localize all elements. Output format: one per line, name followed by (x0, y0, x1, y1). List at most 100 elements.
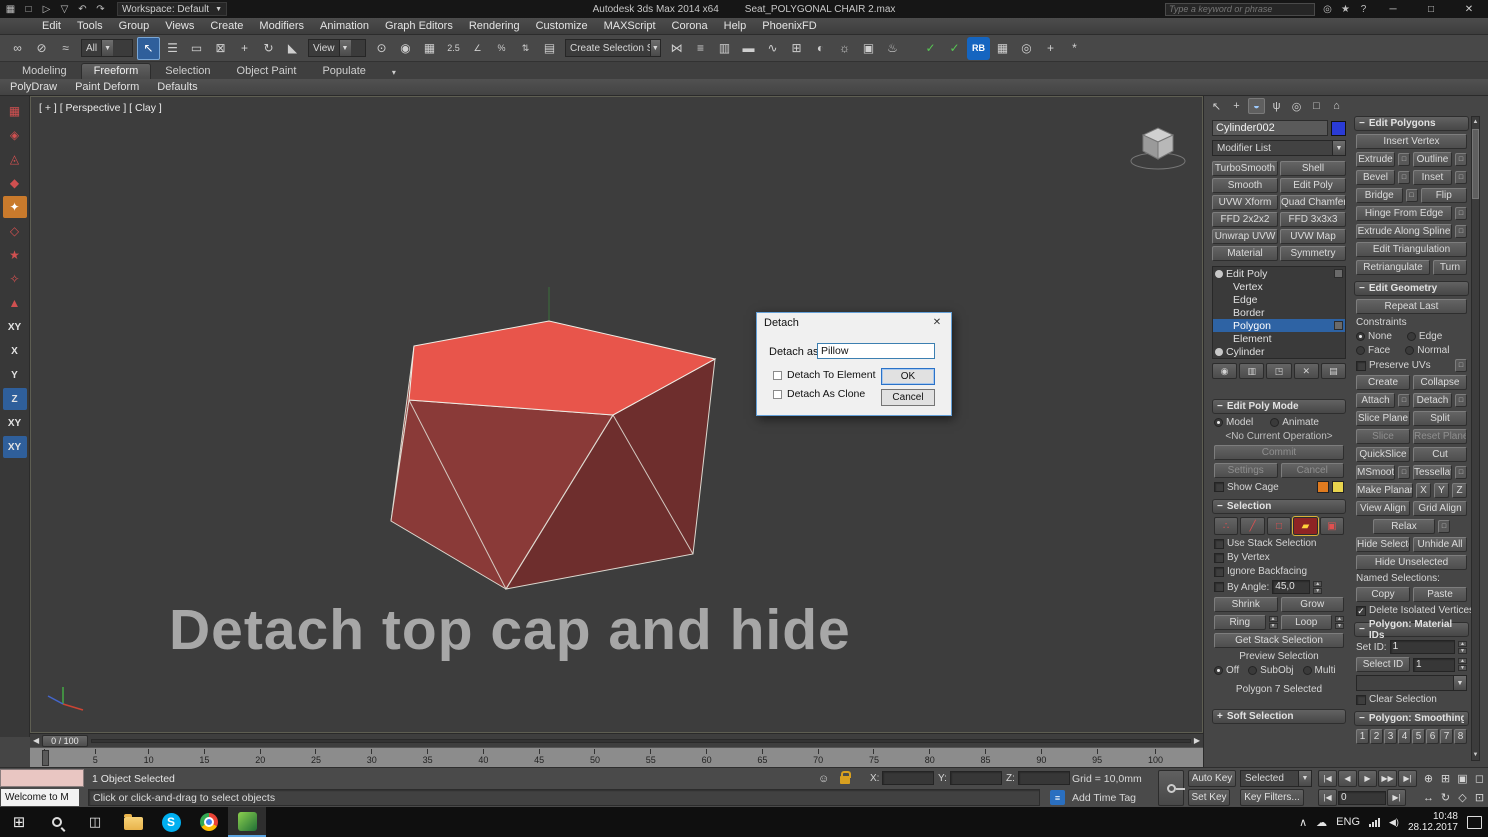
3ds-max-taskbar-icon[interactable] (228, 807, 266, 837)
collapse-button[interactable]: Collapse (1413, 375, 1467, 390)
tab-freeform[interactable]: Freeform (81, 63, 152, 79)
material-editor-icon[interactable]: ◐ (809, 37, 832, 60)
tab-object-paint[interactable]: Object Paint (225, 64, 309, 79)
extrude-spline-settings-icon[interactable]: □ (1455, 225, 1467, 238)
undo-icon[interactable]: ↶ (74, 2, 91, 17)
select-and-move-icon[interactable]: + (233, 37, 256, 60)
expand-icon[interactable] (1334, 269, 1343, 278)
modifier-button[interactable]: Smooth (1212, 178, 1278, 193)
menu-item[interactable]: PhoenixFD (754, 20, 824, 32)
edge-subobject-icon[interactable]: ╱ (1240, 517, 1264, 535)
inset-button[interactable]: Inset (1413, 170, 1452, 185)
percent-snap-icon[interactable]: % (490, 37, 513, 60)
tab-populate[interactable]: Populate (310, 64, 377, 79)
ignore-backfacing-checkbox[interactable] (1214, 567, 1224, 577)
spark-icon[interactable]: ✦ (3, 196, 27, 218)
crystal-icon[interactable]: ◇ (3, 220, 27, 242)
close-icon[interactable]: ✕ (923, 313, 951, 332)
preview-multi-radio[interactable] (1303, 666, 1312, 675)
repeat-last-button[interactable]: Repeat Last (1356, 299, 1467, 314)
menu-item[interactable]: Modifiers (251, 20, 312, 32)
selection-filter-dropdown[interactable]: All ▼ (81, 39, 133, 57)
constraint-xy2-icon[interactable]: XY (3, 412, 27, 434)
z-coordinate-field[interactable] (1018, 771, 1070, 785)
maximize-viewport-icon[interactable]: ⊡ (1471, 788, 1488, 807)
next-frame-icon[interactable]: ▶▶ (1378, 770, 1397, 787)
tessellate-button[interactable]: Tessellate (1413, 465, 1452, 480)
zoom-icon[interactable]: ⊕ (1420, 769, 1437, 788)
add-time-tag[interactable]: Add Time Tag (1072, 792, 1136, 804)
menu-item[interactable]: Views (157, 20, 202, 32)
extrude-along-spline-button[interactable]: Extrude Along Spline (1356, 224, 1452, 239)
show-cage-checkbox[interactable] (1214, 482, 1224, 492)
bind-to-space-warp-icon[interactable]: ≈ (54, 37, 77, 60)
modifier-button[interactable]: Quad Chamfer (1280, 195, 1346, 210)
hinge-settings-icon[interactable]: □ (1455, 207, 1467, 220)
modifier-stack[interactable]: Edit Poly Vertex Edge Border Polygon Ele… (1212, 266, 1346, 359)
use-stack-selection-checkbox[interactable] (1214, 539, 1224, 549)
zoom-extents-icon[interactable]: ▣ (1454, 769, 1471, 788)
remove-modifier-icon[interactable]: ✕ (1294, 363, 1319, 379)
field-of-view-icon[interactable]: ◇ (1454, 788, 1471, 807)
hinge-from-edge-button[interactable]: Hinge From Edge (1356, 206, 1452, 221)
rollout-material-ids[interactable]: −Polygon: Material IDs (1354, 622, 1469, 637)
view-align-button[interactable]: View Align (1356, 501, 1410, 516)
rectangular-selection-icon[interactable]: ▭ (185, 37, 208, 60)
loop-spinner[interactable]: ▲▼ (1335, 616, 1344, 629)
new-scene-icon[interactable]: □ (20, 2, 37, 17)
select-and-link-icon[interactable]: ∞ (6, 37, 29, 60)
skype-icon[interactable]: S (152, 807, 190, 837)
preview-off-radio[interactable] (1214, 666, 1223, 675)
stack-item-edge[interactable]: Edge (1213, 293, 1345, 306)
flip-button[interactable]: Flip (1421, 188, 1468, 203)
smoothing-group-button[interactable]: 4 (1398, 729, 1411, 744)
rollout-soft-selection[interactable]: +Soft Selection (1212, 709, 1346, 724)
edit-triangulation-button[interactable]: Edit Triangulation (1356, 242, 1467, 257)
start-button[interactable]: ⊞ (0, 807, 38, 837)
scroll-up-icon[interactable]: ▲ (1472, 117, 1479, 127)
schematic-view-icon[interactable]: ⊞ (785, 37, 808, 60)
msmooth-button[interactable]: MSmooth (1356, 465, 1395, 480)
extrude-button[interactable]: Extrude (1356, 152, 1395, 167)
vertex-subobject-icon[interactable]: ∴ (1214, 517, 1238, 535)
pin-stack-icon[interactable]: ◉ (1212, 363, 1237, 379)
go-to-start-icon[interactable]: |◀ (1318, 770, 1337, 787)
cage-color-swatch[interactable] (1317, 481, 1329, 493)
unlink-selection-icon[interactable]: ⊘ (30, 37, 53, 60)
menu-item[interactable]: Customize (528, 20, 596, 32)
ribbon-toggle-icon[interactable]: ▬ (737, 37, 760, 60)
constraint-normal-radio[interactable] (1405, 346, 1414, 355)
add-toolbar-icon[interactable]: + (1039, 37, 1062, 60)
show-end-result-icon[interactable]: ▥ (1239, 363, 1264, 379)
ring-button[interactable]: Ring (1214, 615, 1266, 630)
grow-button[interactable]: Grow (1281, 597, 1345, 612)
modifier-button[interactable]: FFD 3x3x3 (1280, 212, 1346, 227)
bridge-button[interactable]: Bridge (1356, 188, 1403, 203)
split-button[interactable]: Split (1413, 411, 1467, 426)
create-button[interactable]: Create (1356, 375, 1410, 390)
reference-coordinate-dropdown[interactable]: View ▼ (308, 39, 366, 57)
application-menu-icon[interactable]: ▦ (2, 2, 19, 17)
render-production-icon[interactable]: ♨ (881, 37, 904, 60)
language-indicator[interactable]: ENG (1336, 816, 1360, 828)
go-to-end-icon[interactable]: ▶| (1398, 770, 1417, 787)
corona-globe-icon[interactable]: ◎ (1015, 37, 1038, 60)
clear-selection-checkbox[interactable] (1356, 695, 1366, 705)
cut-button[interactable]: Cut (1413, 447, 1467, 462)
bridge-settings-icon[interactable]: □ (1406, 189, 1418, 202)
snaps-toggle-icon[interactable]: 2.5 (442, 37, 465, 60)
constraint-none-radio[interactable] (1356, 332, 1365, 341)
rb-badge[interactable]: RB (967, 37, 990, 60)
scrollbar-thumb[interactable] (1472, 129, 1479, 199)
planar-x-button[interactable]: X (1416, 483, 1431, 498)
perspective-viewport[interactable]: [ + ] [ Perspective ] [ Clay ] Detach to… (30, 96, 1203, 733)
macro-recorder-field[interactable] (0, 769, 84, 787)
ribbon-panel-label[interactable]: Defaults (157, 81, 197, 93)
zoom-region-icon[interactable]: ◻ (1471, 769, 1488, 788)
gem-icon[interactable]: ◈ (3, 124, 27, 146)
unhide-all-button[interactable]: Unhide All (1413, 537, 1467, 552)
ok-button[interactable]: OK (881, 368, 935, 385)
smoothing-group-button[interactable]: 1 (1356, 729, 1369, 744)
hide-selected-button[interactable]: Hide Selected (1356, 537, 1410, 552)
detach-as-clone-checkbox[interactable] (773, 390, 782, 399)
